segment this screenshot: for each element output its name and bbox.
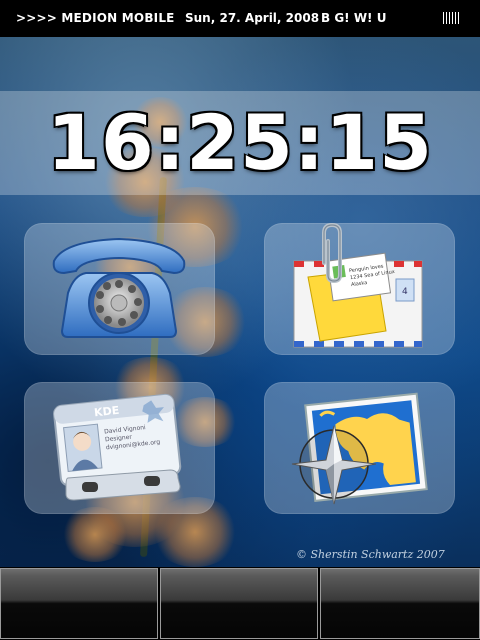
phone-tile[interactable] bbox=[24, 223, 215, 355]
home-screen: >>>> MEDION MOBILE Sun, 27. April, 2008 … bbox=[0, 0, 480, 640]
clock-time: 16:25:15 bbox=[46, 98, 434, 187]
soft-key-bar bbox=[0, 567, 480, 640]
right-soft-key[interactable] bbox=[320, 568, 480, 639]
operator-name: >>>> MEDION MOBILE bbox=[16, 11, 175, 25]
mail-tile[interactable]: 4 Penguin loves 1234 Sea of Linux Alaska bbox=[264, 223, 455, 355]
map-compass-icon bbox=[291, 392, 428, 505]
signal-bars-icon bbox=[443, 12, 459, 24]
svg-text:4: 4 bbox=[402, 287, 408, 297]
wallpaper-credit: © Sherstin Schwartz 2007 bbox=[296, 548, 445, 561]
status-date: Sun, 27. April, 2008 bbox=[185, 11, 320, 25]
status-bar: >>>> MEDION MOBILE Sun, 27. April, 2008 … bbox=[0, 0, 480, 37]
contact-card-brand: KDE bbox=[94, 404, 120, 420]
mail-icon: 4 Penguin loves 1234 Sea of Linux Alaska bbox=[293, 223, 423, 348]
middle-soft-key[interactable] bbox=[160, 568, 318, 639]
telephone-icon bbox=[52, 237, 186, 338]
left-soft-key[interactable] bbox=[0, 568, 158, 639]
contact-card-icon: KDE David Vignoni Designer dvignoni@kde.… bbox=[53, 393, 182, 501]
contacts-tile[interactable]: KDE David Vignoni Designer dvignoni@kde.… bbox=[24, 382, 215, 514]
network-indicators: B G! W! U bbox=[321, 11, 387, 25]
map-tile[interactable] bbox=[264, 382, 455, 514]
